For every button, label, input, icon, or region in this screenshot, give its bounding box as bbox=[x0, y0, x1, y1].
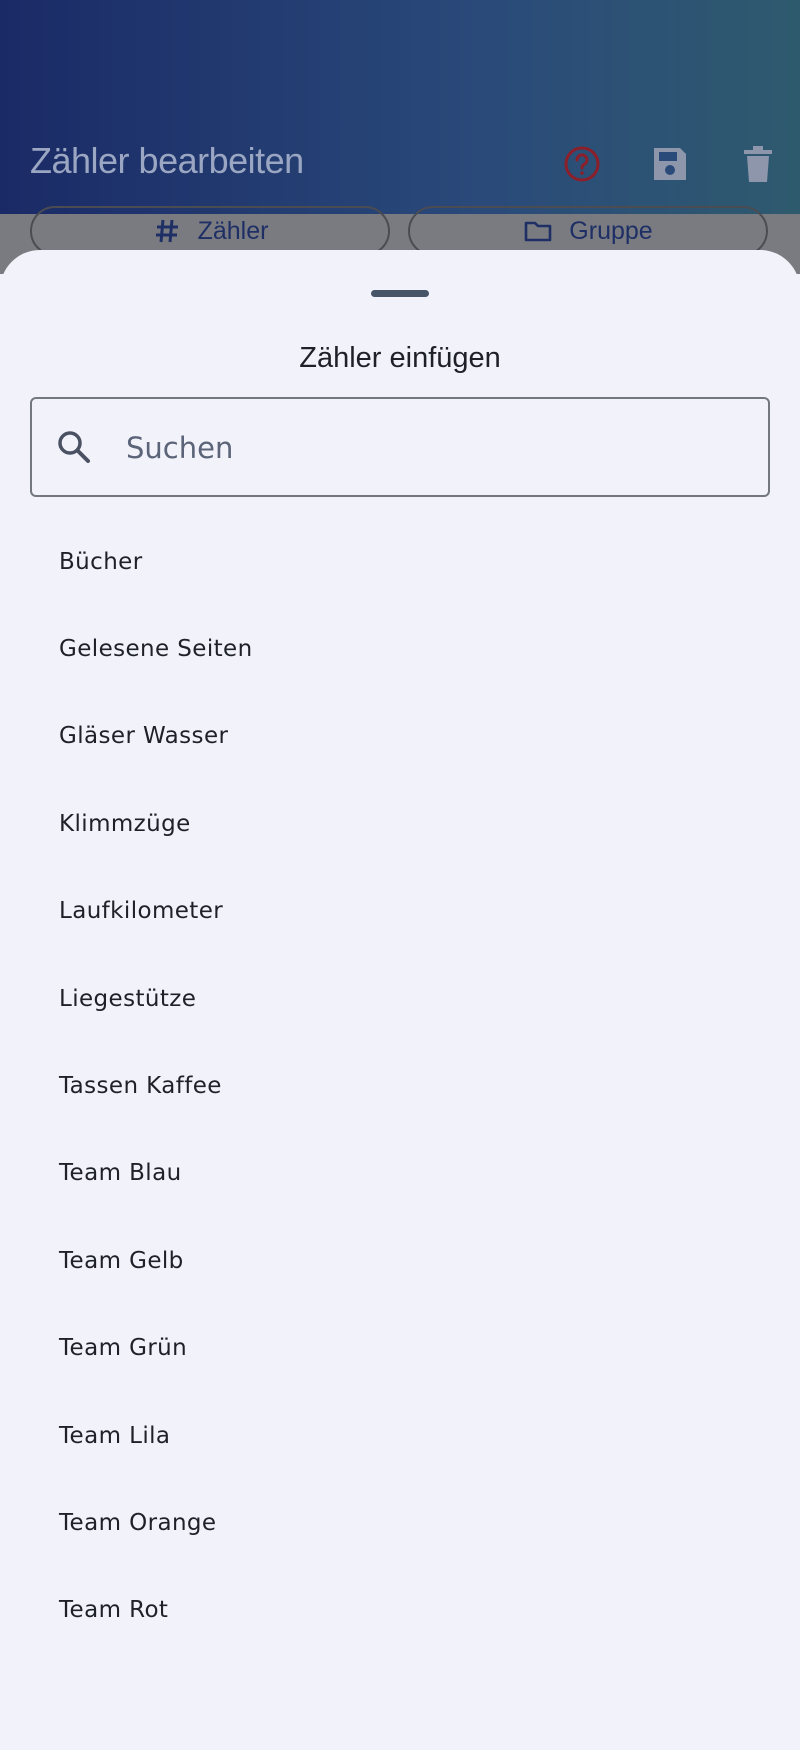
list-item[interactable]: Gelesene Seiten bbox=[0, 605, 800, 692]
app-bar: Zähler bearbeiten bbox=[0, 0, 800, 214]
list-item[interactable]: Gläser Wasser bbox=[0, 693, 800, 780]
list-item[interactable]: Team Rot bbox=[0, 1567, 800, 1654]
folder-icon bbox=[524, 221, 552, 242]
list-item[interactable]: Team Blau bbox=[0, 1130, 800, 1217]
segment-counter-button[interactable]: Zähler bbox=[30, 206, 390, 256]
segment-group-button[interactable]: Gruppe bbox=[408, 206, 768, 256]
list-item[interactable]: Team Gelb bbox=[0, 1217, 800, 1304]
sheet-title: Zähler einfügen bbox=[299, 342, 501, 374]
segment-group-label: Gruppe bbox=[569, 216, 653, 245]
search-field[interactable] bbox=[30, 397, 770, 497]
list-item[interactable]: Team Lila bbox=[0, 1392, 800, 1479]
list-item[interactable]: Bücher bbox=[0, 518, 800, 605]
list-item[interactable]: Tassen Kaffee bbox=[0, 1042, 800, 1129]
search-input[interactable] bbox=[124, 419, 748, 477]
search-icon bbox=[58, 431, 90, 463]
hash-icon bbox=[155, 219, 178, 243]
save-icon[interactable] bbox=[650, 144, 690, 184]
list-item[interactable]: Laufkilometer bbox=[0, 868, 800, 955]
segment-counter-label: Zähler bbox=[197, 216, 269, 245]
list-item[interactable]: Team Grün bbox=[0, 1305, 800, 1392]
bottom-sheet: Zähler einfügen Bücher Gelesene Seiten G… bbox=[0, 250, 800, 1750]
delete-icon[interactable] bbox=[738, 144, 778, 184]
list-item[interactable]: Klimmzüge bbox=[0, 780, 800, 867]
help-icon[interactable] bbox=[562, 144, 602, 184]
page-title: Zähler bearbeiten bbox=[30, 140, 304, 181]
counter-list: Bücher Gelesene Seiten Gläser Wasser Kli… bbox=[0, 518, 800, 1654]
drag-handle[interactable] bbox=[371, 290, 429, 297]
list-item[interactable]: Liegestütze bbox=[0, 955, 800, 1042]
list-item[interactable]: Team Orange bbox=[0, 1479, 800, 1566]
